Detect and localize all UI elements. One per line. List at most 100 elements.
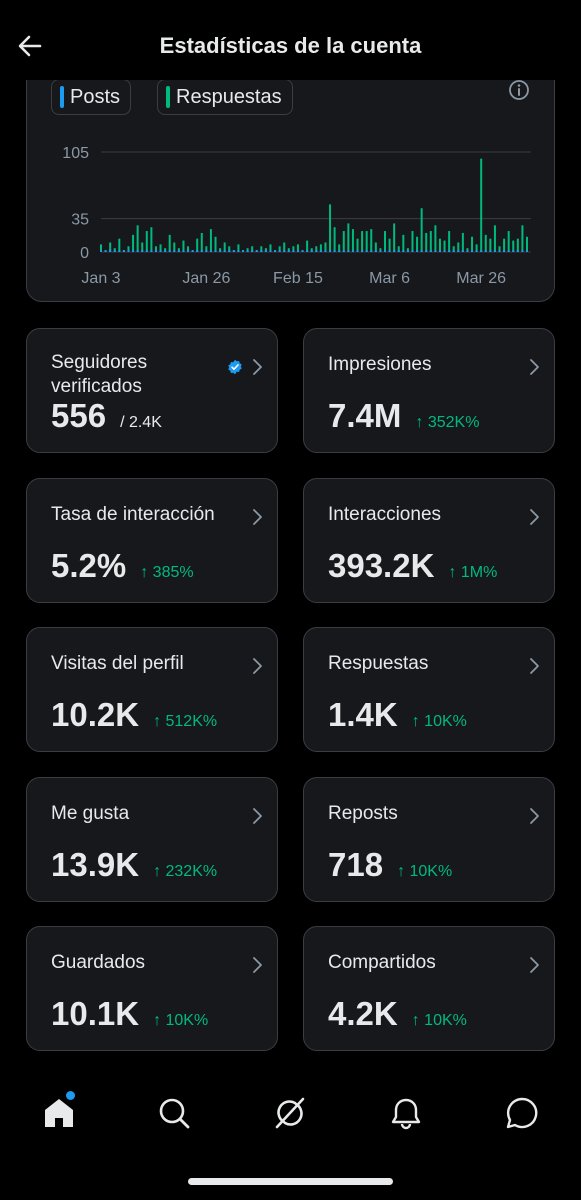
bar-respuestas <box>370 229 373 252</box>
bar-posts <box>200 250 203 252</box>
bar-respuestas <box>393 223 396 252</box>
bar-posts <box>310 250 313 252</box>
bar-posts <box>374 250 377 252</box>
bar-posts <box>356 250 359 252</box>
bar-posts <box>150 250 153 252</box>
bar-posts <box>475 250 478 252</box>
stat-value: 10.2K <box>51 696 140 733</box>
bar-respuestas <box>200 232 203 252</box>
bar-respuestas <box>365 231 368 252</box>
stat-label: Guardados <box>51 952 146 973</box>
stat-card-bookmarks[interactable]: Guardados 10.1K ↑ 10K% <box>26 926 278 1051</box>
bar-posts <box>237 250 240 252</box>
bar-posts <box>127 249 130 252</box>
notifications-bell-icon[interactable] <box>386 1093 426 1133</box>
bar-posts <box>429 250 432 252</box>
bar-respuestas <box>416 236 419 252</box>
stat-card-impressions[interactable]: Impresiones 7.4M ↑ 352K% <box>303 328 555 453</box>
stat-label: Tasa de interacción <box>51 504 215 525</box>
bar-respuestas <box>333 227 336 252</box>
stat-value-row: 718 ↑ 10K% <box>328 846 452 884</box>
x-tick-label: Mar 26 <box>456 270 506 287</box>
bar-respuestas <box>489 238 492 252</box>
stat-value: 393.2K <box>328 547 435 584</box>
bar-chart: 105 35 0 Jan 3 Jan 26 Feb 15 Mar 6 Mar 26 <box>62 145 531 287</box>
search-icon[interactable] <box>154 1093 194 1133</box>
bar-posts <box>141 250 144 252</box>
bar-posts <box>516 250 519 252</box>
grok-icon[interactable] <box>270 1093 310 1133</box>
bar-respuestas <box>471 236 474 252</box>
bar-posts <box>338 250 341 252</box>
bar-respuestas <box>461 232 464 252</box>
bar-respuestas <box>168 234 171 252</box>
stat-value: 10.1K <box>51 995 140 1032</box>
stat-value-row: 393.2K ↑ 1M% <box>328 547 497 585</box>
bar-respuestas <box>329 204 332 252</box>
bar-posts <box>205 250 208 252</box>
stat-card-profile-visits[interactable]: Visitas del perfil 10.2K ↑ 512K% <box>26 627 278 752</box>
bar-posts <box>191 250 194 252</box>
bar-respuestas <box>521 225 524 252</box>
bar-posts <box>182 250 185 252</box>
bar-posts <box>122 250 125 252</box>
bar-respuestas <box>438 238 441 252</box>
bar-posts <box>365 250 368 252</box>
bar-respuestas <box>434 225 437 252</box>
stat-label: Visitas del perfil <box>51 653 184 674</box>
bar-posts <box>159 250 162 252</box>
bar-respuestas <box>118 238 121 252</box>
bar-posts <box>232 250 235 252</box>
stat-change: ↑ 1M% <box>448 564 498 581</box>
x-tick-label: Jan 3 <box>81 270 120 287</box>
bar-posts <box>132 250 135 252</box>
bar-posts <box>173 250 176 252</box>
bar-posts <box>246 250 249 252</box>
bar-posts <box>402 250 405 252</box>
bar-posts <box>145 250 148 252</box>
bar-posts <box>498 250 501 252</box>
bar-posts <box>296 250 299 252</box>
messages-icon[interactable] <box>502 1093 542 1133</box>
bar-posts <box>292 250 295 252</box>
bar-posts <box>315 250 318 252</box>
bar-posts <box>319 250 322 252</box>
bar-respuestas <box>411 231 414 252</box>
bar-posts <box>471 250 474 252</box>
chevron-right-icon <box>253 808 262 824</box>
bar-posts <box>223 250 226 252</box>
stat-value-row: 1.4K ↑ 10K% <box>328 696 467 734</box>
stat-label: Impresiones <box>328 354 432 375</box>
bar-posts <box>329 250 332 252</box>
bar-respuestas <box>132 234 135 252</box>
bar-posts <box>480 250 483 252</box>
stat-value-row: 13.9K ↑ 232K% <box>51 846 217 884</box>
bar-posts <box>209 250 212 252</box>
bar-posts <box>493 250 496 252</box>
bar-respuestas <box>209 229 212 252</box>
bar-posts <box>351 250 354 252</box>
bar-posts <box>425 250 428 252</box>
x-tick-label: Mar 6 <box>369 270 410 287</box>
bar-posts <box>301 250 304 252</box>
bar-respuestas <box>351 229 354 252</box>
bar-respuestas <box>503 238 506 252</box>
page-title: Estadísticas de la cuenta <box>159 33 422 58</box>
bar-posts <box>278 250 281 252</box>
stat-card-engagements[interactable]: Interacciones 393.2K ↑ 1M% <box>303 478 555 603</box>
stat-value: 1.4K <box>328 696 398 733</box>
bar-respuestas <box>420 208 423 252</box>
chevron-right-icon <box>253 658 262 674</box>
stat-change: ↑ 10K% <box>153 1012 209 1029</box>
bar-posts <box>214 250 217 252</box>
stat-label: Compartidos <box>328 952 436 973</box>
stat-card-reposts[interactable]: Reposts 718 ↑ 10K% <box>303 777 555 902</box>
bar-posts <box>164 250 167 252</box>
stat-card-engagement-rate[interactable]: Tasa de interacción 5.2% ↑ 385% <box>26 478 278 603</box>
chevron-right-icon <box>253 359 262 375</box>
y-tick-label: 0 <box>80 245 89 262</box>
stat-card-verified-followers[interactable]: Seguidores verificados 556 / 2.4K <box>26 328 278 453</box>
stat-card-replies[interactable]: Respuestas 1.4K ↑ 10K% <box>303 627 555 752</box>
stat-card-likes[interactable]: Me gusta 13.9K ↑ 232K% <box>26 777 278 902</box>
stat-card-shares[interactable]: Compartidos 4.2K ↑ 10K% <box>303 926 555 1051</box>
